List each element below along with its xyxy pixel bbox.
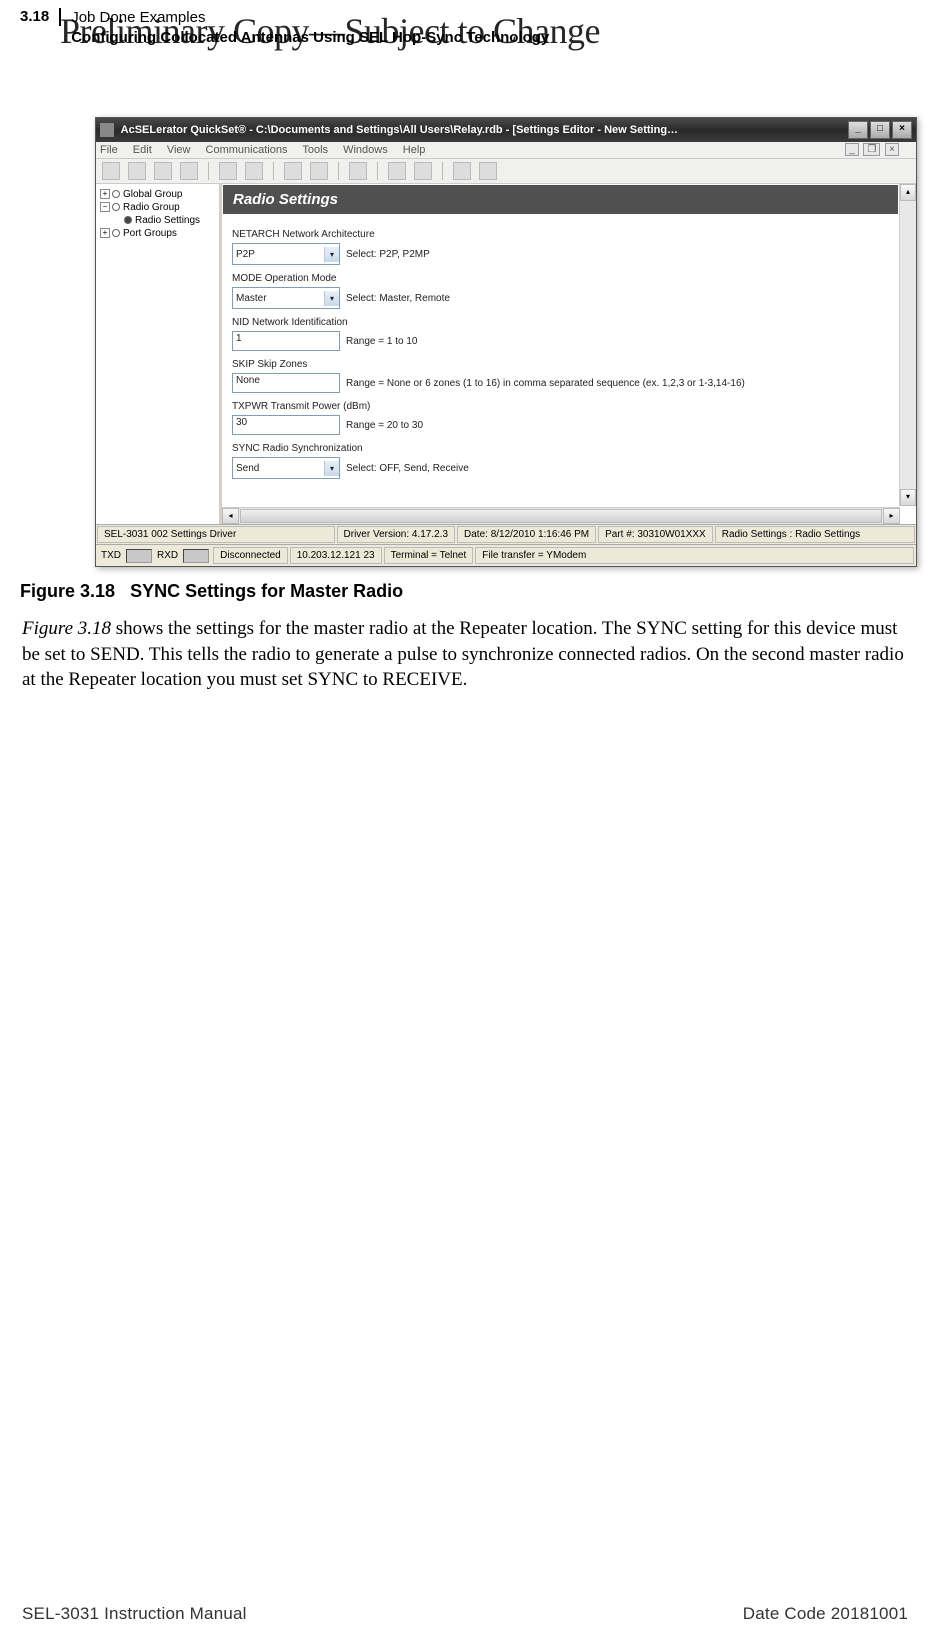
- tree-panel: +Global Group −Radio Group Radio Setting…: [96, 184, 222, 524]
- toolbar-send-icon[interactable]: [219, 162, 237, 180]
- mode-hint: Select: Master, Remote: [346, 293, 450, 304]
- scroll-up-icon[interactable]: ▴: [900, 184, 916, 201]
- scroll-right-icon[interactable]: ▸: [883, 508, 900, 524]
- mdi-close-button[interactable]: ×: [885, 143, 899, 156]
- scroll-left-icon[interactable]: ◂: [222, 508, 239, 524]
- menu-help[interactable]: Help: [403, 144, 426, 156]
- menu-file[interactable]: File: [100, 144, 118, 156]
- chevron-down-icon[interactable]: ▾: [324, 461, 339, 476]
- status-driver: SEL-3031 002 Settings Driver: [97, 526, 335, 543]
- titlebar: AcSELerator QuickSet® - C:\Documents and…: [96, 118, 916, 142]
- sync-hint: Select: OFF, Send, Receive: [346, 463, 469, 474]
- toolbar-receive-icon[interactable]: [245, 162, 263, 180]
- netarch-hint: Select: P2P, P2MP: [346, 249, 430, 260]
- status-rxd-label: RXD: [155, 550, 180, 561]
- page-footer: SEL-3031 Instruction Manual Date Code 20…: [22, 1604, 908, 1624]
- app-window: AcSELerator QuickSet® - C:\Documents and…: [95, 117, 917, 567]
- footer-right: Date Code 20181001: [743, 1604, 908, 1624]
- sync-combo[interactable]: Send▾: [232, 457, 340, 479]
- toolbar-new-icon[interactable]: [128, 162, 146, 180]
- status-part: Part #: 30310W01XXX: [598, 526, 713, 543]
- status-date: Date: 8/12/2010 1:16:46 PM: [457, 526, 596, 543]
- toolbar-save-icon[interactable]: [180, 162, 198, 180]
- tree-item-radio-group[interactable]: −Radio Group: [100, 201, 215, 214]
- menu-view[interactable]: View: [167, 144, 191, 156]
- scroll-thumb[interactable]: [240, 509, 882, 523]
- txd-led: [126, 549, 152, 563]
- status-version: Driver Version: 4.17.2.3: [337, 526, 456, 543]
- netarch-label: NETARCH Network Architecture: [232, 229, 906, 240]
- menubar: _ ❐ × File Edit View Communications Tool…: [96, 142, 916, 159]
- toolbar-scope-icon[interactable]: [388, 162, 406, 180]
- app-icon: [100, 123, 114, 137]
- nid-label: NID Network Identification: [232, 317, 906, 328]
- figure-caption: Figure 3.18 SYNC Settings for Master Rad…: [20, 581, 916, 602]
- mode-label: MODE Operation Mode: [232, 273, 906, 284]
- window-title: AcSELerator QuickSet® - C:\Documents and…: [121, 124, 678, 136]
- menu-windows[interactable]: Windows: [343, 144, 388, 156]
- tree-item-radio-settings[interactable]: Radio Settings: [100, 214, 215, 227]
- header-chapter: Job Done Examples: [71, 8, 549, 28]
- tree-item-global-group[interactable]: +Global Group: [100, 188, 215, 201]
- vertical-scrollbar[interactable]: ▴ ▾: [899, 184, 916, 506]
- maximize-button[interactable]: □: [870, 121, 890, 139]
- chevron-down-icon[interactable]: ▾: [324, 291, 339, 306]
- sync-label: SYNC Radio Synchronization: [232, 443, 906, 454]
- horizontal-scrollbar[interactable]: ◂ ▸: [222, 507, 900, 524]
- toolbar-open-icon[interactable]: [154, 162, 172, 180]
- header-section: Configuring Collocated Antennas Using SE…: [71, 28, 549, 48]
- page-header: 3.18 Job Done Examples Configuring Collo…: [0, 0, 936, 47]
- toolbar-back-icon[interactable]: [102, 162, 120, 180]
- toolbar-world-icon[interactable]: [284, 162, 302, 180]
- toolbar: [96, 159, 916, 184]
- mdi-minimize-button[interactable]: _: [845, 143, 859, 156]
- chevron-down-icon[interactable]: ▾: [324, 247, 339, 262]
- skip-label: SKIP Skip Zones: [232, 359, 906, 370]
- figure-reference: Figure 3.18: [22, 618, 111, 639]
- settings-pane: Radio Settings NETARCH Network Architect…: [222, 184, 916, 524]
- txpwr-hint: Range = 20 to 30: [346, 420, 423, 431]
- toolbar-refresh-icon[interactable]: [310, 162, 328, 180]
- scroll-down-icon[interactable]: ▾: [900, 489, 916, 506]
- close-button[interactable]: ×: [892, 121, 912, 139]
- minimize-button[interactable]: _: [848, 121, 868, 139]
- txpwr-label: TXPWR Transmit Power (dBm): [232, 401, 906, 412]
- status-context: Radio Settings : Radio Settings: [715, 526, 915, 543]
- txpwr-input[interactable]: 30: [232, 415, 340, 435]
- menu-edit[interactable]: Edit: [133, 144, 152, 156]
- skip-input[interactable]: None: [232, 373, 340, 393]
- body-paragraph: Figure 3.18 shows the settings for the m…: [22, 616, 908, 693]
- toolbar-cloud-icon[interactable]: [453, 162, 471, 180]
- menu-tools[interactable]: Tools: [302, 144, 328, 156]
- toolbar-stop-icon[interactable]: [479, 162, 497, 180]
- netarch-combo[interactable]: P2P▾: [232, 243, 340, 265]
- tree-item-port-groups[interactable]: +Port Groups: [100, 227, 215, 240]
- status-bar-2: TXD RXD Disconnected 10.203.12.121 23 Te…: [96, 544, 916, 566]
- status-address: 10.203.12.121 23: [290, 547, 382, 564]
- toolbar-chart-icon[interactable]: [414, 162, 432, 180]
- rxd-led: [183, 549, 209, 563]
- menu-communications[interactable]: Communications: [206, 144, 288, 156]
- footer-left: SEL-3031 Instruction Manual: [22, 1604, 247, 1624]
- status-connection: Disconnected: [213, 547, 288, 564]
- mdi-restore-button[interactable]: ❐: [863, 143, 880, 156]
- pane-title: Radio Settings: [223, 185, 898, 214]
- nid-hint: Range = 1 to 10: [346, 336, 417, 347]
- status-terminal: Terminal = Telnet: [384, 547, 474, 564]
- mode-combo[interactable]: Master▾: [232, 287, 340, 309]
- nid-input[interactable]: 1: [232, 331, 340, 351]
- skip-hint: Range = None or 6 zones (1 to 16) in com…: [346, 378, 745, 389]
- status-bar-1: SEL-3031 002 Settings Driver Driver Vers…: [96, 524, 916, 544]
- status-transfer: File transfer = YModem: [475, 547, 914, 564]
- page-number: 3.18: [20, 8, 61, 26]
- status-txd-label: TXD: [97, 550, 123, 561]
- toolbar-info-icon[interactable]: [349, 162, 367, 180]
